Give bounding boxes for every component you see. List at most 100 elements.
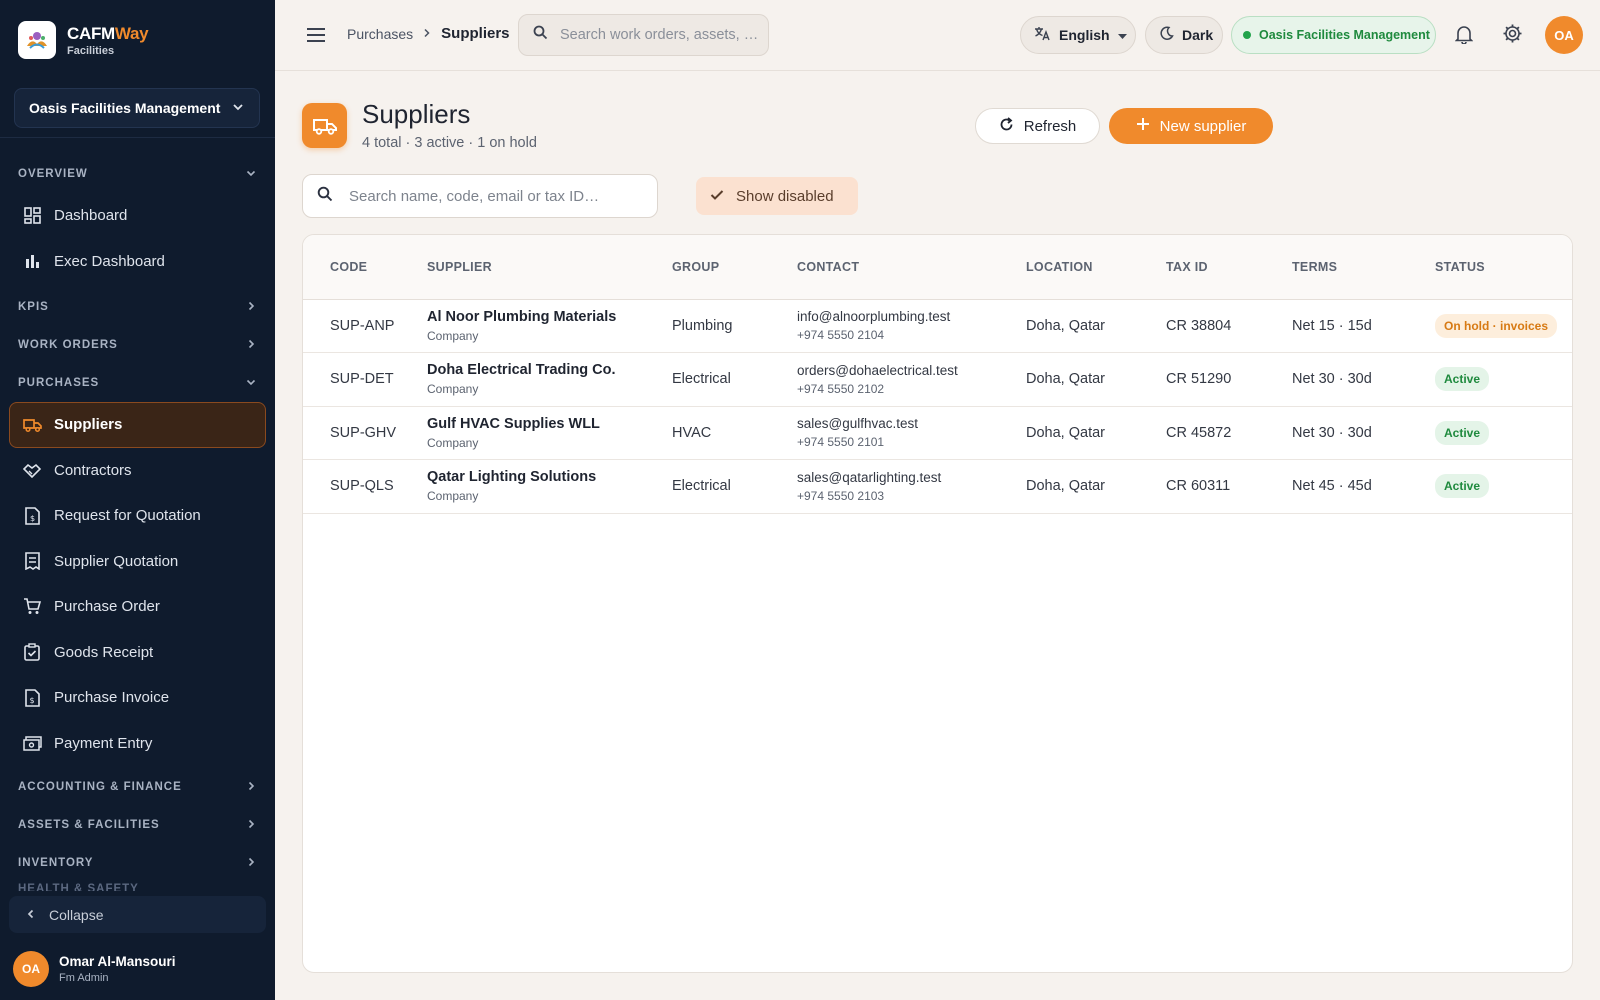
cell-supplier-type: Company [427,328,479,343]
sidebar-item-purchase-invoice[interactable]: $ Purchase Invoice [0,675,275,721]
global-search[interactable] [518,14,769,56]
sidebar-divider [0,137,275,138]
language-label: English [1059,27,1110,43]
org-selector[interactable]: Oasis Facilities Management [14,88,260,128]
cell-phone: +974 5550 2102 [797,381,885,396]
table-row[interactable]: SUP-ANP Al Noor Plumbing Materials Compan… [303,299,1572,353]
invoice-icon: $ [22,688,42,708]
sidebar-item-rfq[interactable]: $ Request for Quotation [0,493,275,539]
sidebar-item-payment-entry[interactable]: Payment Entry [0,721,275,767]
cell-supplier-name[interactable]: Gulf HVAC Supplies WLL [427,416,672,432]
cell-location: Doha, Qatar [1026,371,1105,388]
theme-toggle[interactable]: Dark [1145,16,1223,54]
section-kpis[interactable]: KPIS [0,288,275,326]
column-header-contact[interactable]: CONTACT [797,235,1026,299]
page-title: Suppliers [362,99,471,129]
section-health-safety[interactable]: HEALTH & SAFETY [18,883,258,891]
sidebar-item-supplier-quotation[interactable]: Supplier Quotation [0,539,275,585]
show-disabled-toggle[interactable]: Show disabled [696,177,858,215]
caret-down-icon [1117,27,1127,43]
refresh-button[interactable]: Refresh [975,108,1100,144]
sidebar-item-suppliers[interactable]: Suppliers [9,402,266,448]
cell-phone: +974 5550 2103 [797,488,885,503]
cell-supplier-name[interactable]: Qatar Lighting Solutions [427,469,672,485]
cell-supplier-type: Company [427,489,479,504]
suppliers-table-card: CODE SUPPLIER GROUP CONTACT LOCATION TAX… [302,234,1573,973]
sidebar: CAFMWay Facilities Oasis Facilities Mana… [0,0,275,1000]
sidebar-item-dashboard[interactable]: Dashboard [0,193,275,239]
section-overview[interactable]: OVERVIEW [0,155,275,193]
sidebar-item-exec-dashboard[interactable]: Exec Dashboard [0,239,275,285]
breadcrumb-purchases[interactable]: Purchases [347,26,413,42]
chevron-left-icon [25,907,37,923]
section-accounting[interactable]: ACCOUNTING & FINANCE [0,768,275,806]
sidebar-item-contractors[interactable]: Contractors [0,448,275,494]
table-row[interactable]: SUP-QLS Qatar Lighting Solutions Company … [303,460,1572,513]
collapse-sidebar-button[interactable]: Collapse [9,896,266,933]
bell-icon[interactable] [1454,24,1474,49]
brand-name: CAFMWay [67,23,149,43]
brand-logo-icon [18,21,56,59]
column-header-supplier[interactable]: SUPPLIER [427,235,672,299]
cell-supplier-name[interactable]: Al Noor Plumbing Materials [427,309,672,325]
column-header-status[interactable]: STATUS [1435,235,1572,299]
column-header-tax-id[interactable]: TAX ID [1166,235,1292,299]
cell-group: Electrical [672,371,731,388]
sidebar-item-goods-receipt[interactable]: Goods Receipt [0,630,275,676]
user-role: Fm Admin [59,972,109,984]
cell-phone: +974 5550 2104 [797,328,885,343]
org-status-badge[interactable]: Oasis Facilities Management [1231,16,1436,54]
cell-tax-id: CR 60311 [1166,478,1231,495]
cell-location: Doha, Qatar [1026,478,1105,495]
user-profile[interactable]: OA Omar Al-Mansouri Fm Admin [13,951,176,987]
status-dot [1243,31,1251,39]
org-status-label: Oasis Facilities Management [1259,28,1430,42]
suppliers-table: CODE SUPPLIER GROUP CONTACT LOCATION TAX… [303,235,1572,514]
menu-icon[interactable] [305,24,327,46]
chevron-down-icon [245,167,257,182]
column-header-code[interactable]: CODE [303,235,427,299]
section-purchases[interactable]: PURCHASES [0,364,275,402]
section-work-orders[interactable]: WORK ORDERS [0,326,275,364]
gear-icon[interactable] [1502,23,1523,49]
theme-label: Dark [1182,27,1214,43]
cell-terms: Net 30 · 30d [1292,371,1372,388]
receipt-icon [22,551,42,571]
column-header-group[interactable]: GROUP [672,235,797,299]
breadcrumb: Purchases Suppliers [347,25,510,42]
truck-icon [302,103,347,148]
column-header-terms[interactable]: TERMS [1292,235,1435,299]
user-name: Omar Al-Mansouri [59,954,176,969]
section-inventory[interactable]: INVENTORY [0,844,275,882]
chevron-right-icon [245,818,257,833]
cell-terms: Net 45 · 45d [1292,478,1372,495]
svg-text:$: $ [29,696,34,705]
table-row[interactable]: SUP-GHV Gulf HVAC Supplies WLL Company HV… [303,406,1572,460]
avatar[interactable]: OA [1545,16,1583,54]
cell-supplier-name[interactable]: Doha Electrical Trading Co. [427,362,672,378]
supplier-search[interactable] [302,174,658,218]
cell-email: sales@gulfhvac.test [797,416,919,432]
chevron-down-icon [231,100,245,117]
org-selector-label: Oasis Facilities Management [29,100,221,116]
section-assets[interactable]: ASSETS & FACILITIES [0,806,275,844]
column-header-location[interactable]: LOCATION [1026,235,1166,299]
refresh-icon [999,116,1014,136]
cell-group: Plumbing [672,317,733,334]
search-icon [317,186,333,207]
chevron-right-icon [245,338,257,353]
chevron-down-icon [245,376,257,391]
supplier-search-input[interactable] [349,187,639,205]
page-subtitle: 4 total · 3 active · 1 on hold [362,135,537,151]
global-search-input[interactable] [560,27,760,43]
language-select[interactable]: English [1020,16,1136,54]
status-badge: Active [1435,474,1490,499]
new-supplier-button[interactable]: New supplier [1109,108,1273,144]
moon-icon [1159,26,1174,44]
cell-group: Electrical [672,478,731,495]
cell-code: SUP-GHV [330,424,397,441]
sidebar-item-purchase-order[interactable]: Purchase Order [0,584,275,630]
translate-icon [1034,26,1051,44]
table-row[interactable]: SUP-DET Doha Electrical Trading Co. Compa… [303,353,1572,406]
brand[interactable]: CAFMWay Facilities [0,0,275,80]
